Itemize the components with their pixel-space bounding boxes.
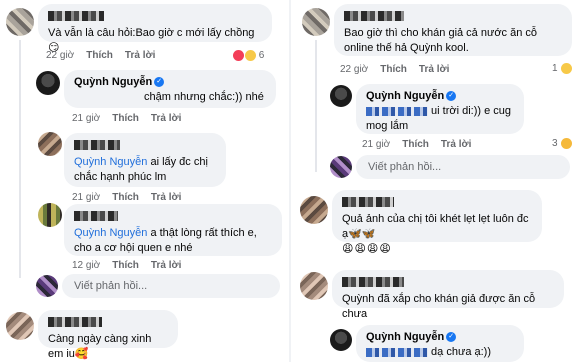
thread-line — [19, 40, 21, 278]
author-name[interactable]: Quỳnh Nguyễn ✓ — [366, 89, 514, 104]
reply-actions: 21 giờ Thích Trả lời — [72, 192, 193, 203]
commenter-name-blurred[interactable] — [74, 140, 120, 151]
thread-line — [315, 40, 317, 172]
avatar[interactable] — [300, 196, 328, 224]
like-button[interactable]: Thích — [380, 64, 407, 75]
verified-badge-icon: ✓ — [154, 77, 165, 88]
reply-time: 21 giờ — [72, 192, 101, 203]
commenter-name-blurred[interactable] — [48, 11, 104, 22]
reply-text: Quỳnh Nguyễn ai lấy đc chị chắc hạnh phú… — [74, 156, 208, 183]
reply-button[interactable]: Trả lời — [151, 192, 181, 203]
mention-tag[interactable]: Quỳnh Nguyễn — [74, 227, 147, 239]
comment-text: Quả ảnh của chị tôi khét lẹt lẹt luôn đc… — [342, 213, 529, 240]
emoji-row: 😩😩😩😩 — [342, 243, 392, 255]
avatar[interactable] — [38, 203, 62, 227]
reply-actions: 21 giờ Thích Trả lời — [72, 113, 193, 124]
like-button[interactable]: Thích — [86, 50, 113, 61]
like-button[interactable]: Thích — [402, 139, 429, 150]
verified-badge-icon: ✓ — [446, 332, 457, 343]
reply-button[interactable]: Trả lời — [125, 50, 155, 61]
commenter-name-blurred[interactable] — [342, 277, 404, 288]
avatar[interactable] — [6, 312, 34, 340]
reply-time: 21 giờ — [362, 139, 391, 150]
reply-bubble: Quỳnh Nguyễn ai lấy đc chị chắc hạnh phú… — [64, 133, 226, 187]
page-avatar[interactable] — [36, 71, 60, 95]
reply-bubble: Quỳnh Nguyễn ✓ dạ chưa ạ:)) — [356, 325, 524, 362]
reply-button[interactable]: Trả lời — [151, 113, 181, 124]
mention-tag-blurred[interactable] — [366, 347, 428, 357]
comment-bubble: Và vẫn là câu hỏi:Bao giờ c mới lấy chồn… — [38, 4, 272, 54]
mention-tag-blurred[interactable] — [366, 106, 428, 116]
comment-time: 22 giờ — [46, 50, 75, 61]
reply-button[interactable]: Trả lời — [419, 64, 449, 75]
comment-bubble: Càng ngày càng xinh em iu🥰 — [38, 310, 178, 360]
page-avatar[interactable] — [330, 329, 352, 351]
reply-bubble: Quỳnh Nguyễn ✓ chậm nhưng chắc:)) nhé — [64, 70, 276, 108]
reply-text: Quỳnh Nguyễn a thật lòng rất thích e, ch… — [74, 227, 257, 254]
comment-text: Quỳnh đã xắp cho khán giả được ăn cỗ chư… — [342, 293, 536, 320]
avatar[interactable] — [38, 132, 62, 156]
comment-bubble: Quỳnh đã xắp cho khán giả được ăn cỗ chư… — [332, 270, 564, 320]
reaction-icon — [561, 138, 573, 149]
comment-actions: 22 giờ Thích Trả lời — [46, 50, 167, 61]
reply-input[interactable]: Viết phản hồi... — [356, 155, 570, 179]
reply-text: chậm nhưng chắc:)) nhé — [144, 91, 264, 103]
reply-bubble: Quỳnh Nguyễn a thật lòng rất thích e, ch… — [64, 204, 282, 256]
commenter-name-blurred[interactable] — [48, 317, 102, 328]
reply-actions: 12 giờ Thích Trả lời — [72, 260, 193, 271]
reaction-count[interactable]: 3 — [552, 138, 573, 149]
reply-text: ui trời di:)) e cug mog lắm — [366, 105, 512, 132]
avatar[interactable] — [300, 272, 328, 300]
author-name[interactable]: Quỳnh Nguyễn ✓ — [74, 75, 266, 90]
verified-badge-icon: ✓ — [446, 91, 457, 102]
like-button[interactable]: Thích — [112, 192, 139, 203]
reply-bubble: Quỳnh Nguyễn ✓ ui trời di:)) e cug mog lắ… — [356, 84, 524, 134]
like-button[interactable]: Thích — [112, 113, 139, 124]
like-reaction-icon — [561, 63, 573, 74]
avatar[interactable] — [6, 8, 34, 36]
comment-bubble: Quả ảnh của chị tôi khét lẹt lẹt luôn đc… — [332, 190, 542, 255]
reaction-count[interactable]: 6 — [232, 50, 264, 61]
reply-time: 21 giờ — [72, 113, 101, 124]
comment-bubble: Bao giờ thì cho khán giả cả nước ăn cỗ o… — [334, 4, 572, 56]
page-avatar[interactable] — [330, 85, 352, 107]
haha-reaction-icon — [245, 50, 256, 61]
commenter-name-blurred[interactable] — [342, 197, 394, 208]
reply-text: dạ chưa ạ:)) — [366, 345, 514, 360]
reply-time: 12 giờ — [72, 260, 101, 271]
reaction-count[interactable]: 1 — [552, 63, 573, 74]
commenter-name-blurred[interactable] — [344, 11, 404, 22]
like-button[interactable]: Thích — [112, 260, 139, 271]
own-avatar — [330, 156, 352, 178]
column-divider — [289, 0, 291, 362]
reply-button[interactable]: Trả lời — [151, 260, 181, 271]
reply-button[interactable]: Trả lời — [441, 139, 471, 150]
avatar[interactable] — [302, 8, 330, 36]
commenter-name-blurred[interactable] — [74, 211, 118, 222]
heart-reaction-icon — [233, 50, 244, 61]
comment-text: Bao giờ thì cho khán giả cả nước ăn cỗ o… — [344, 27, 538, 54]
comment-text: Càng ngày càng xinh em iu🥰 — [48, 333, 152, 360]
reply-actions: 21 giờ Thích Trả lời — [362, 139, 483, 150]
mention-tag[interactable]: Quỳnh Nguyễn — [74, 156, 147, 168]
comment-time: 22 giờ — [340, 64, 369, 75]
own-avatar — [36, 275, 58, 297]
reply-input[interactable]: Viết phản hồi... — [62, 274, 280, 298]
author-name[interactable]: Quỳnh Nguyễn ✓ — [366, 330, 514, 345]
comment-actions: 22 giờ Thích Trả lời — [340, 64, 461, 75]
